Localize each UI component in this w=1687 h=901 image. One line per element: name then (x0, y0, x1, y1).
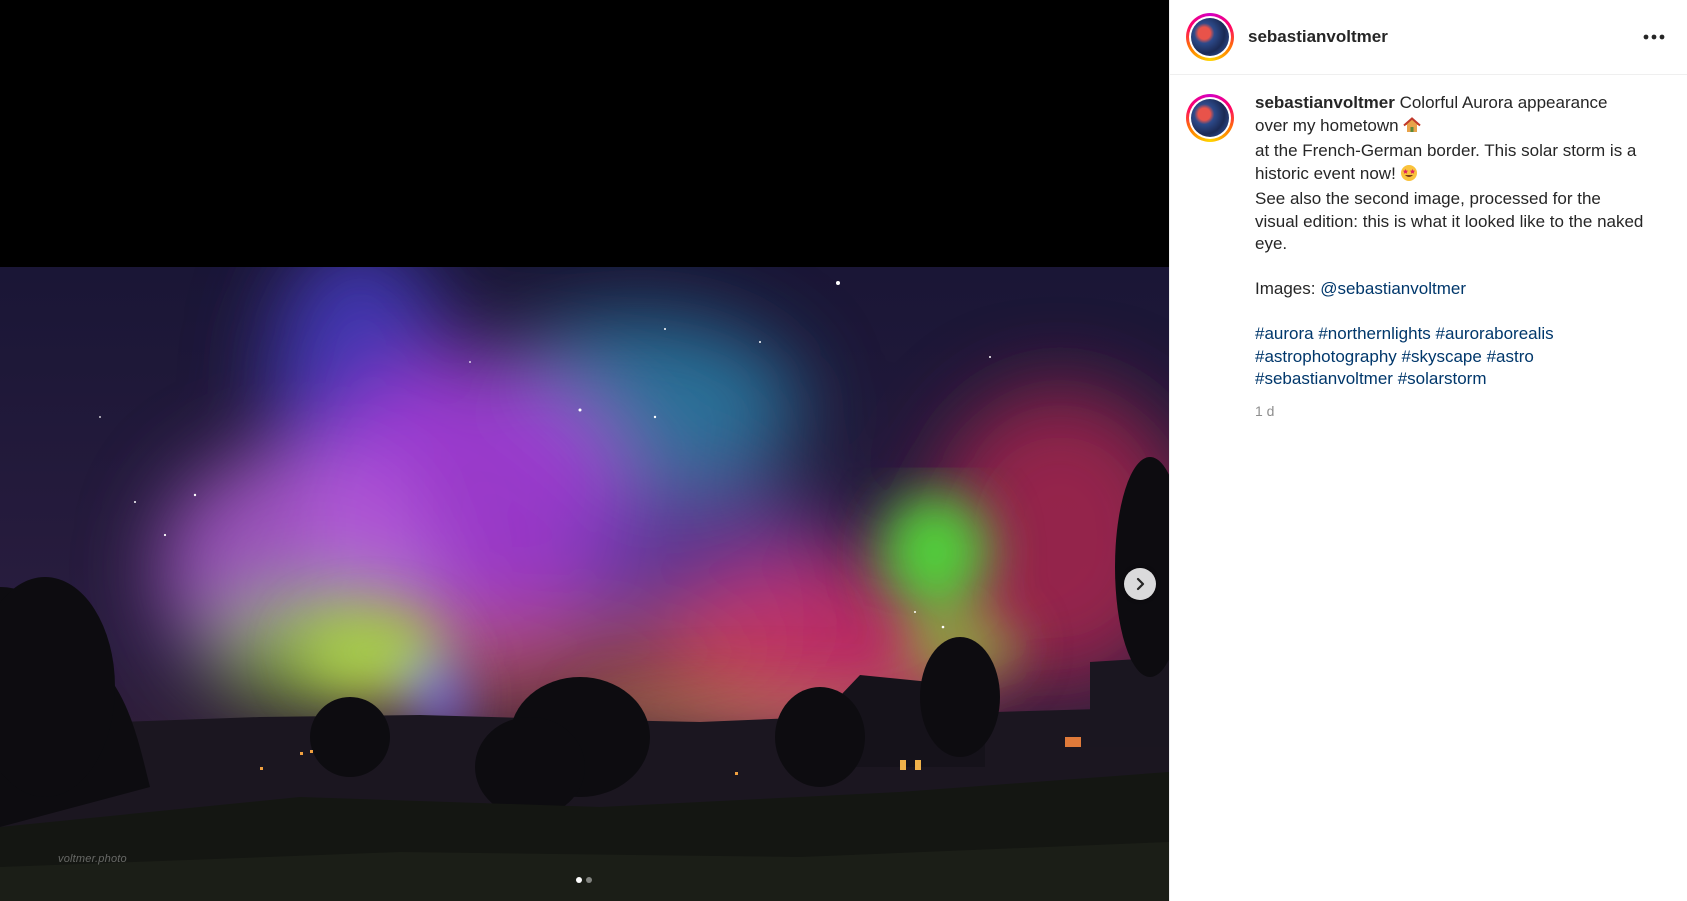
star-struck-emoji-icon (1400, 164, 1418, 189)
instagram-post-viewer: voltmer.photo sebastianvoltmer sebastian… (0, 0, 1687, 901)
avatar-border (1189, 16, 1231, 58)
more-options-icon (1643, 34, 1665, 40)
mention-link[interactable]: @sebastianvoltmer (1320, 279, 1466, 298)
images-label: Images: (1255, 279, 1316, 298)
hashtag-line: #sebastianvoltmer #solarstorm (1255, 368, 1645, 391)
post-side-panel: sebastianvoltmer sebastianvoltmer Colorf… (1169, 0, 1687, 901)
aurora-photo[interactable]: voltmer.photo (0, 267, 1169, 901)
more-options-button[interactable] (1636, 19, 1672, 55)
header-username[interactable]: sebastianvoltmer (1248, 27, 1388, 47)
hashtag-line: #aurora #northernlights #auroraborealis (1255, 323, 1645, 346)
hashtag-link[interactable]: #aurora (1255, 324, 1314, 343)
caption-line-2: at the French-German border. This solar … (1255, 140, 1645, 188)
carousel-dot (586, 877, 592, 883)
caption-username[interactable]: sebastianvoltmer (1255, 93, 1395, 112)
hashtag-link[interactable]: #solarstorm (1398, 369, 1487, 388)
caption-line-1: sebastianvoltmer Colorful Aurora appeara… (1255, 92, 1645, 140)
caption-images-line: Images: @sebastianvoltmer (1255, 278, 1645, 301)
hashtag-line: #astrophotography #skyscape #astro (1255, 346, 1645, 369)
next-image-button[interactable] (1124, 568, 1156, 600)
hashtag-link[interactable]: #auroraborealis (1436, 324, 1554, 343)
avatar-border (1189, 97, 1231, 139)
media-pane: voltmer.photo (0, 0, 1169, 901)
caption-text: sebastianvoltmer Colorful Aurora appeara… (1255, 92, 1645, 422)
hashtag-link[interactable]: #astrophotography (1255, 347, 1397, 366)
hashtag-link[interactable]: #astro (1487, 347, 1534, 366)
photo-watermark: voltmer.photo (58, 853, 127, 865)
carousel-dot-active (576, 877, 582, 883)
avatar-image (1191, 99, 1229, 137)
caption-text-2: at the French-German border. This solar … (1255, 141, 1637, 183)
caption-avatar[interactable] (1186, 94, 1234, 142)
aurora-photo-art (0, 267, 1169, 901)
post-header: sebastianvoltmer (1170, 0, 1687, 75)
post-caption: sebastianvoltmer Colorful Aurora appeara… (1170, 75, 1687, 422)
avatar-image (1191, 18, 1229, 56)
avatar[interactable] (1186, 13, 1234, 61)
carousel-indicator (576, 877, 592, 883)
hashtag-link[interactable]: #sebastianvoltmer (1255, 369, 1393, 388)
chevron-right-icon (1136, 577, 1145, 591)
post-timestamp[interactable]: 1 d (1255, 400, 1645, 423)
caption-line-3: See also the second image, processed for… (1255, 189, 1644, 253)
hashtag-link[interactable]: #northernlights (1318, 324, 1430, 343)
hashtag-link[interactable]: #skyscape (1402, 347, 1482, 366)
house-emoji-icon (1402, 116, 1421, 141)
